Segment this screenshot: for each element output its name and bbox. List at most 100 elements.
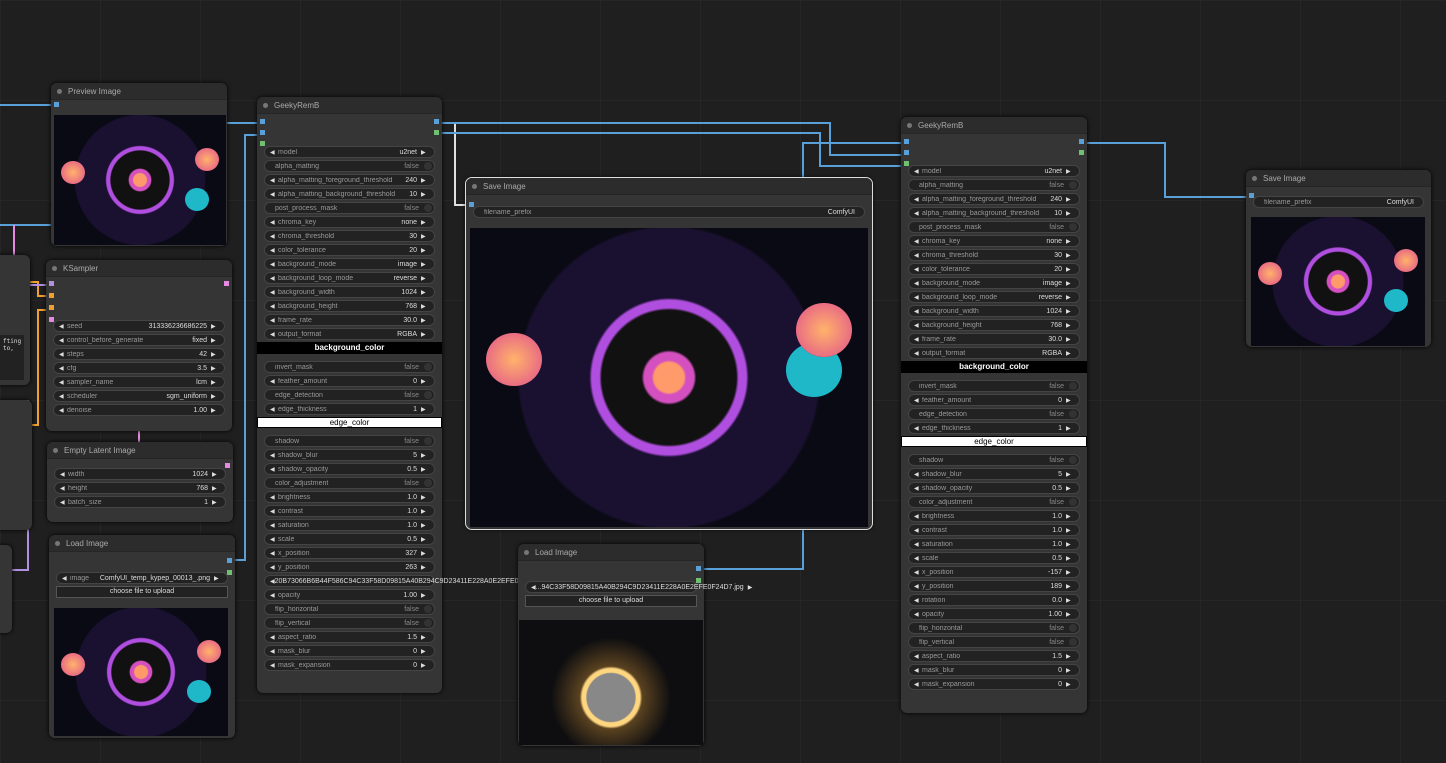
output-slot[interactable]	[224, 281, 229, 286]
increment-arrow-icon[interactable]: ▶	[211, 337, 219, 344]
decrement-arrow-icon[interactable]: ◀	[914, 653, 922, 660]
increment-arrow-icon[interactable]: ▶	[1066, 266, 1074, 273]
decrement-arrow-icon[interactable]: ◀	[59, 379, 67, 386]
increment-arrow-icon[interactable]: ▶	[1066, 653, 1074, 660]
increment-arrow-icon[interactable]: ▶	[211, 407, 219, 414]
widget-background-height[interactable]: ◀ background_height 768 ▶	[908, 319, 1080, 331]
color-picker-background-color[interactable]: background_color	[257, 342, 442, 354]
increment-arrow-icon[interactable]: ▶	[1066, 681, 1074, 688]
decrement-arrow-icon[interactable]: ◀	[62, 575, 70, 582]
decrement-arrow-icon[interactable]: ◀	[914, 611, 922, 618]
widget-image[interactable]: ◀ image ComfyUI_temp_kypep_00013_.png ▶	[56, 572, 228, 584]
widget-mask-expansion[interactable]: ◀ mask_expansion 0 ▶	[908, 678, 1080, 690]
increment-arrow-icon[interactable]: ▶	[211, 393, 219, 400]
widget-opacity[interactable]: ◀ opacity 1.00 ▶	[908, 608, 1080, 620]
decrement-arrow-icon[interactable]: ◀	[914, 280, 922, 287]
decrement-arrow-icon[interactable]: ◀	[270, 592, 278, 599]
widget-scale[interactable]: ◀ scale 0.5 ▶	[908, 552, 1080, 564]
decrement-arrow-icon[interactable]: ◀	[270, 219, 278, 226]
increment-arrow-icon[interactable]: ▶	[1066, 350, 1074, 357]
node-title[interactable]: GeekyRemB	[257, 97, 442, 114]
toggle-alpha-matting[interactable]: alpha_matting false	[908, 179, 1080, 191]
decrement-arrow-icon[interactable]: ◀	[270, 331, 278, 338]
widget-saturation[interactable]: ◀ saturation 1.0 ▶	[908, 538, 1080, 550]
decrement-arrow-icon[interactable]: ◀	[270, 191, 278, 198]
decrement-arrow-icon[interactable]: ◀	[914, 485, 922, 492]
increment-arrow-icon[interactable]: ▶	[1066, 210, 1074, 217]
decrement-arrow-icon[interactable]: ◀	[914, 210, 922, 217]
input-slot[interactable]	[49, 281, 54, 286]
widget-background-mode[interactable]: ◀ background_mode image ▶	[264, 258, 435, 270]
toggle-flip-vertical[interactable]: flip_vertical false	[908, 636, 1080, 648]
decrement-arrow-icon[interactable]: ◀	[914, 322, 922, 329]
load-left-node[interactable]: Load Image ◀ image ComfyUI_temp_kypep_00013…	[49, 535, 235, 738]
increment-arrow-icon[interactable]: ▶	[421, 233, 429, 240]
decrement-arrow-icon[interactable]: ◀	[270, 648, 278, 655]
increment-arrow-icon[interactable]: ▶	[1066, 611, 1074, 618]
widget-scheduler[interactable]: ◀ scheduler sgm_uniform ▶	[53, 390, 225, 402]
increment-arrow-icon[interactable]: ▶	[1066, 667, 1074, 674]
decrement-arrow-icon[interactable]: ◀	[914, 513, 922, 520]
partial-node-checkpoint[interactable]	[0, 545, 12, 633]
widget-cfg[interactable]: ◀ cfg 3.5 ▶	[53, 362, 225, 374]
increment-arrow-icon[interactable]: ▶	[421, 494, 429, 501]
decrement-arrow-icon[interactable]: ◀	[59, 337, 67, 344]
toggle-edge-detection[interactable]: edge_detection false	[264, 389, 435, 401]
decrement-arrow-icon[interactable]: ◀	[914, 196, 922, 203]
widget-frame-rate[interactable]: ◀ frame_rate 30.0 ▶	[264, 314, 435, 326]
increment-arrow-icon[interactable]: ▶	[1066, 308, 1074, 315]
widget-contrast[interactable]: ◀ contrast 1.0 ▶	[908, 524, 1080, 536]
widget-alpha-matting-background-threshold[interactable]: ◀ alpha_matting_background_threshold 10 ▶	[908, 207, 1080, 219]
decrement-arrow-icon[interactable]: ◀	[270, 406, 278, 413]
node-title[interactable]: Load Image	[518, 544, 704, 561]
widget-rotation[interactable]: ◀rotation20B73066B6B44F586C94C33F58D0981…	[264, 575, 559, 587]
increment-arrow-icon[interactable]: ▶	[421, 149, 429, 156]
widget-color-tolerance[interactable]: ◀ color_tolerance 20 ▶	[908, 263, 1080, 275]
increment-arrow-icon[interactable]: ▶	[1066, 541, 1074, 548]
color-picker-background-color[interactable]: background_color	[901, 361, 1087, 373]
increment-arrow-icon[interactable]: ▶	[1066, 196, 1074, 203]
toggle-post-process-mask[interactable]: post_process_mask false	[908, 221, 1080, 233]
widget-saturation[interactable]: ◀ saturation 1.0 ▶	[264, 519, 435, 531]
geeky2-node[interactable]: GeekyRemB ◀ model u2net ▶ alpha_matting false ◀…	[901, 117, 1087, 713]
decrement-arrow-icon[interactable]: ◀	[914, 471, 922, 478]
widget-color-tolerance[interactable]: ◀ color_tolerance 20 ▶	[264, 244, 435, 256]
input-slot[interactable]	[904, 139, 909, 144]
increment-arrow-icon[interactable]: ▶	[421, 592, 429, 599]
increment-arrow-icon[interactable]: ▶	[1066, 238, 1074, 245]
decrement-arrow-icon[interactable]: ◀	[60, 499, 68, 506]
widget-background-width[interactable]: ◀ background_width 1024 ▶	[908, 305, 1080, 317]
input-slot[interactable]	[260, 130, 265, 135]
decrement-arrow-icon[interactable]: ◀	[270, 275, 278, 282]
widget-output-format[interactable]: ◀ output_format RGBA ▶	[264, 328, 435, 340]
upload-button[interactable]: choose file to upload	[56, 586, 228, 598]
toggle-alpha-matting[interactable]: alpha_matting false	[264, 160, 435, 172]
increment-arrow-icon[interactable]: ▶	[421, 452, 429, 459]
increment-arrow-icon[interactable]: ▶	[421, 550, 429, 557]
widget-background-loop-mode[interactable]: ◀ background_loop_mode reverse ▶	[264, 272, 435, 284]
increment-arrow-icon[interactable]: ▶	[1066, 485, 1074, 492]
load-center-node[interactable]: Load Image ◀image...94C33F58D09815A40B294…	[518, 544, 752, 746]
upload-button[interactable]: choose file to upload	[525, 595, 697, 607]
widget-alpha-matting-foreground-threshold[interactable]: ◀ alpha_matting_foreground_threshold 240 ▶	[264, 174, 435, 186]
increment-arrow-icon[interactable]: ▶	[421, 522, 429, 529]
decrement-arrow-icon[interactable]: ◀	[914, 168, 922, 175]
node-title[interactable]: Save Image	[1246, 170, 1431, 187]
decrement-arrow-icon[interactable]: ◀	[914, 350, 922, 357]
widget-x-position[interactable]: ◀ x_position 327 ▶	[264, 547, 435, 559]
toggle-post-process-mask[interactable]: post_process_mask false	[264, 202, 435, 214]
output-slot[interactable]	[434, 130, 439, 135]
widget-alpha-matting-background-threshold[interactable]: ◀ alpha_matting_background_threshold 10 ▶	[264, 188, 435, 200]
widget-background-mode[interactable]: ◀ background_mode image ▶	[908, 277, 1080, 289]
output-slot[interactable]	[434, 119, 439, 124]
widget-output-format[interactable]: ◀ output_format RGBA ▶	[908, 347, 1080, 359]
widget-alpha-matting-foreground-threshold[interactable]: ◀ alpha_matting_foreground_threshold 240 ▶	[908, 193, 1080, 205]
decrement-arrow-icon[interactable]: ◀	[914, 238, 922, 245]
increment-arrow-icon[interactable]: ▶	[421, 634, 429, 641]
decrement-arrow-icon[interactable]: ◀	[59, 351, 67, 358]
toggle-shadow[interactable]: shadow false	[264, 435, 435, 447]
input-slot[interactable]	[904, 150, 909, 155]
color-picker-edge-color[interactable]: edge_color	[901, 436, 1087, 447]
decrement-arrow-icon[interactable]: ◀	[270, 466, 278, 473]
increment-arrow-icon[interactable]: ▶	[212, 471, 220, 478]
